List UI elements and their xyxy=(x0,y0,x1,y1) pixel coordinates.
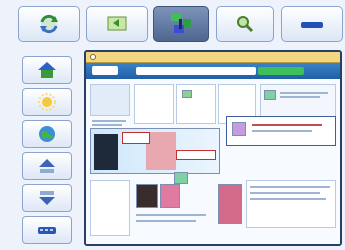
sidebar-scroll-up-button[interactable] xyxy=(22,152,72,180)
browser-window-icon xyxy=(90,54,96,60)
content-thumbnail[interactable] xyxy=(182,90,192,98)
home-icon xyxy=(38,62,56,78)
content-photo[interactable] xyxy=(160,184,180,208)
sidebar-home-button[interactable] xyxy=(22,56,72,84)
site-search-input[interactable] xyxy=(136,67,256,75)
sidebar-keyboard-button[interactable] xyxy=(22,216,72,244)
toolbar-screen-button[interactable] xyxy=(86,6,148,42)
website-header xyxy=(86,63,340,79)
hero-person-right xyxy=(146,132,176,170)
content-photo[interactable] xyxy=(136,184,158,208)
remote-control-window xyxy=(0,0,345,250)
scroll-up-icon xyxy=(39,159,55,173)
minimize-bar-icon xyxy=(301,22,323,28)
remote-screen-browser[interactable] xyxy=(84,50,342,246)
toolbar-refresh-button[interactable] xyxy=(18,6,80,42)
site-search-button[interactable] xyxy=(258,67,304,75)
sidebar-internet-button[interactable] xyxy=(22,120,72,148)
hero-callout xyxy=(122,132,150,144)
content-list[interactable] xyxy=(134,84,174,124)
toolbar-minimize-button[interactable] xyxy=(281,6,343,42)
sidebar-settings-button[interactable] xyxy=(22,88,72,116)
network-connection-icon xyxy=(171,13,191,33)
website-content xyxy=(86,80,340,244)
content-photo[interactable] xyxy=(218,184,242,224)
cursor-pointer-icon xyxy=(174,172,188,184)
hero-person-left xyxy=(94,134,118,170)
scroll-down-icon xyxy=(39,191,55,205)
content-thumbnail[interactable] xyxy=(264,90,276,100)
content-block[interactable] xyxy=(90,84,130,116)
sun-settings-icon xyxy=(38,93,56,111)
globe-icon xyxy=(39,126,55,142)
magnifier-zoom-icon xyxy=(237,16,254,33)
screen-back-icon xyxy=(107,16,127,31)
toolbar-zoom-button[interactable] xyxy=(216,6,274,42)
keyboard-icon xyxy=(38,227,56,234)
popup-image xyxy=(232,122,246,136)
refresh-arrows-icon xyxy=(40,14,58,34)
hero-callout xyxy=(176,150,216,160)
sidebar-scroll-down-button[interactable] xyxy=(22,184,72,212)
site-logo[interactable] xyxy=(92,66,118,75)
toolbar-network-button[interactable] xyxy=(153,6,209,42)
content-block[interactable] xyxy=(90,180,130,236)
browser-title-bar xyxy=(86,52,340,63)
